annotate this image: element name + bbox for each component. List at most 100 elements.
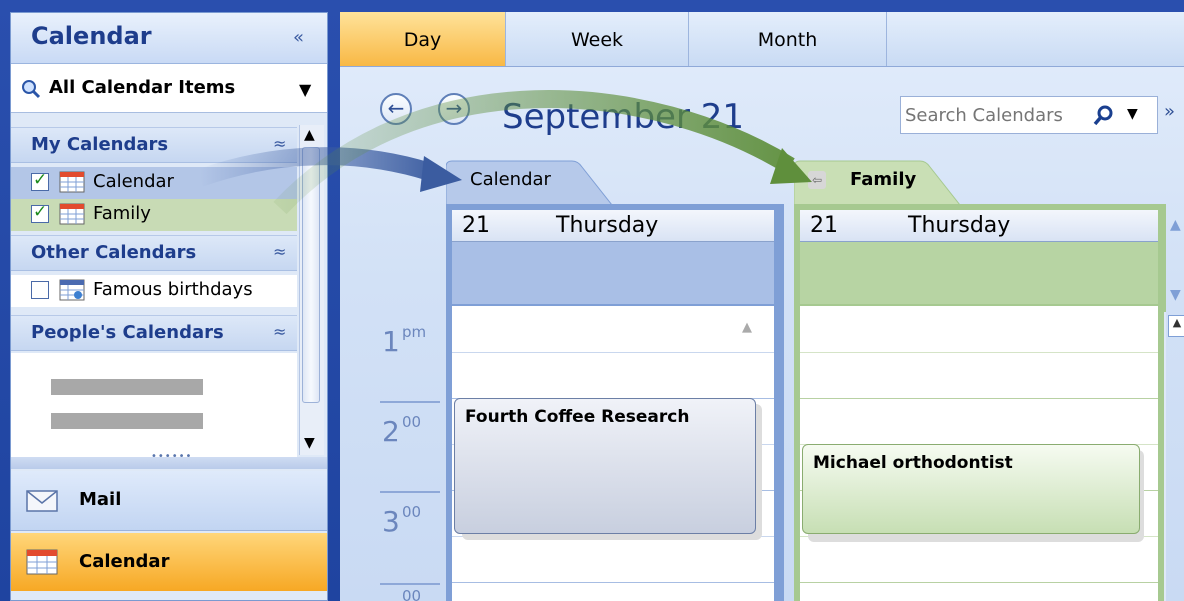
scroll-down-icon[interactable]: ▼ bbox=[304, 435, 315, 451]
scrollbar-thumb[interactable] bbox=[302, 147, 320, 403]
view-selector-label: All Calendar Items bbox=[49, 77, 236, 98]
overlay-arrow-icon[interactable]: ⇦ bbox=[808, 171, 826, 189]
navigation-scrollbar[interactable]: ▲ ▼ bbox=[299, 125, 324, 455]
shared-calendar-icon bbox=[59, 279, 85, 301]
day-name: Thursday bbox=[908, 213, 1011, 238]
tab-week[interactable]: Week bbox=[506, 12, 689, 66]
time-grid[interactable]: ▲ Fourth Coffee Research bbox=[452, 306, 774, 601]
family-column: 21 Thursday Michael orthodontist bbox=[794, 204, 1166, 601]
hour-divider bbox=[380, 491, 440, 493]
calendar-list-item-label: Famous birthdays bbox=[93, 279, 253, 300]
forward-button[interactable]: → bbox=[438, 93, 470, 125]
time-label: 3 bbox=[382, 505, 400, 538]
tab-month[interactable]: Month bbox=[689, 12, 887, 66]
time-suffix: 00 bbox=[402, 587, 422, 601]
section-peoples-calendars[interactable]: People's Calendars ≈ bbox=[11, 315, 297, 351]
calendar-column: 21 Thursday ▲ Fourth Coffee Research bbox=[446, 204, 784, 601]
view-tabs: Day Week Month bbox=[340, 12, 1184, 67]
calendar-icon bbox=[59, 171, 85, 193]
calendar-list-item-family[interactable]: ✓ Family bbox=[11, 199, 297, 231]
back-button[interactable]: ← bbox=[380, 93, 412, 125]
scroll-up-icon[interactable]: ▲ bbox=[742, 320, 752, 335]
day-number: 21 bbox=[462, 213, 490, 238]
hour-line bbox=[452, 582, 774, 583]
scroll-up-icon[interactable]: ▲ bbox=[1170, 217, 1181, 233]
section-label: My Calendars bbox=[31, 134, 169, 155]
date-title: September 21 bbox=[502, 97, 745, 137]
section-label: Other Calendars bbox=[31, 242, 197, 263]
search-icon[interactable] bbox=[1093, 104, 1115, 126]
pane-splitter[interactable]: •••••• bbox=[11, 451, 327, 469]
appointment-title: Michael orthodontist bbox=[813, 453, 1013, 473]
peoples-calendars-list bbox=[11, 353, 297, 457]
scroll-up-icon[interactable]: ▲ bbox=[1168, 315, 1184, 337]
family-column-tab[interactable]: Family bbox=[850, 169, 916, 190]
search-folder-icon bbox=[22, 80, 41, 99]
calendar-column-tab[interactable]: Calendar bbox=[470, 169, 551, 190]
placeholder-bar bbox=[51, 379, 203, 395]
section-label: People's Calendars bbox=[31, 322, 224, 343]
tab-label: Week bbox=[570, 29, 624, 51]
hour-divider bbox=[380, 401, 440, 403]
navigation-pane-header: Calendar « bbox=[11, 13, 327, 64]
day-view: ← → September 21 ▼ » 1 pm 2 00 3 00 00 bbox=[340, 67, 1184, 601]
tab-day[interactable]: Day bbox=[340, 12, 506, 66]
navigation-pane: Calendar « All Calendar Items ▼ My Calen… bbox=[10, 12, 328, 601]
time-ruler: 1 pm 2 00 3 00 00 bbox=[340, 311, 444, 601]
checkmark-icon: ✓ bbox=[33, 202, 48, 222]
checkbox-famous-birthdays[interactable] bbox=[31, 281, 49, 299]
calendar-icon bbox=[26, 549, 58, 575]
nav-button-mail[interactable]: Mail bbox=[11, 471, 327, 531]
time-suffix: pm bbox=[402, 323, 427, 341]
navigation-pane-title: Calendar bbox=[31, 22, 152, 50]
family-scroll-edge bbox=[1164, 312, 1166, 601]
mail-icon bbox=[26, 490, 58, 512]
checkmark-icon: ✓ bbox=[33, 170, 48, 190]
chevron-down-icon: ▼ bbox=[299, 80, 312, 99]
search-calendars[interactable]: ▼ bbox=[900, 96, 1158, 134]
all-day-area[interactable] bbox=[800, 242, 1158, 304]
half-hour-line bbox=[452, 352, 774, 353]
arrow-left-icon: ← bbox=[387, 96, 405, 120]
checkbox-calendar[interactable]: ✓ bbox=[31, 170, 49, 191]
search-input[interactable] bbox=[905, 103, 1085, 127]
calendar-list-item-famous-birthdays[interactable]: Famous birthdays bbox=[11, 275, 297, 307]
calendar-icon bbox=[59, 203, 85, 225]
time-grid[interactable]: Michael orthodontist bbox=[800, 306, 1158, 601]
nav-button-calendar[interactable]: Calendar bbox=[11, 533, 327, 591]
collapse-section-icon[interactable]: ≈ bbox=[273, 242, 286, 261]
section-other-calendars[interactable]: Other Calendars ≈ bbox=[11, 235, 297, 271]
appointment-fourth-coffee-research[interactable]: Fourth Coffee Research bbox=[454, 398, 756, 534]
time-label: 1 bbox=[382, 325, 400, 358]
expand-more-icon[interactable]: » bbox=[1164, 101, 1175, 122]
day-header[interactable]: 21 Thursday bbox=[452, 210, 774, 242]
day-header[interactable]: 21 Thursday bbox=[800, 210, 1158, 242]
collapse-pane-icon[interactable]: « bbox=[293, 27, 304, 48]
hour-divider bbox=[380, 583, 440, 585]
view-selector-dropdown[interactable]: All Calendar Items ▼ bbox=[11, 64, 327, 113]
expand-section-icon[interactable]: ≈ bbox=[273, 322, 286, 341]
appointment-title: Fourth Coffee Research bbox=[465, 407, 690, 427]
nav-button-label: Calendar bbox=[79, 551, 170, 572]
calendar-list-item-label: Family bbox=[93, 203, 151, 224]
day-name: Thursday bbox=[556, 213, 659, 238]
time-suffix: 00 bbox=[402, 503, 422, 521]
time-suffix: 00 bbox=[402, 413, 422, 431]
scroll-down-icon[interactable]: ▼ bbox=[1170, 287, 1181, 303]
all-day-area[interactable] bbox=[452, 242, 774, 304]
appointment-michael-orthodontist[interactable]: Michael orthodontist bbox=[802, 444, 1140, 534]
calendar-list-item-calendar[interactable]: ✓ Calendar bbox=[11, 167, 297, 199]
section-my-calendars[interactable]: My Calendars ≈ bbox=[11, 127, 297, 163]
scroll-up-icon[interactable]: ▲ bbox=[304, 127, 315, 143]
collapse-section-icon[interactable]: ≈ bbox=[273, 134, 286, 153]
chevron-down-icon[interactable]: ▼ bbox=[1127, 106, 1138, 122]
calendar-main-view: Day Week Month ← → September 21 ▼ » 1 pm… bbox=[340, 12, 1184, 601]
hour-line bbox=[800, 582, 1158, 583]
checkbox-family[interactable]: ✓ bbox=[31, 202, 49, 223]
day-number: 21 bbox=[810, 213, 838, 238]
tab-label: Day bbox=[403, 29, 442, 51]
nav-button-label: Mail bbox=[79, 489, 122, 510]
half-hour-line bbox=[800, 352, 1158, 353]
tab-label: Month bbox=[757, 29, 818, 51]
arrow-right-icon: → bbox=[445, 96, 463, 120]
